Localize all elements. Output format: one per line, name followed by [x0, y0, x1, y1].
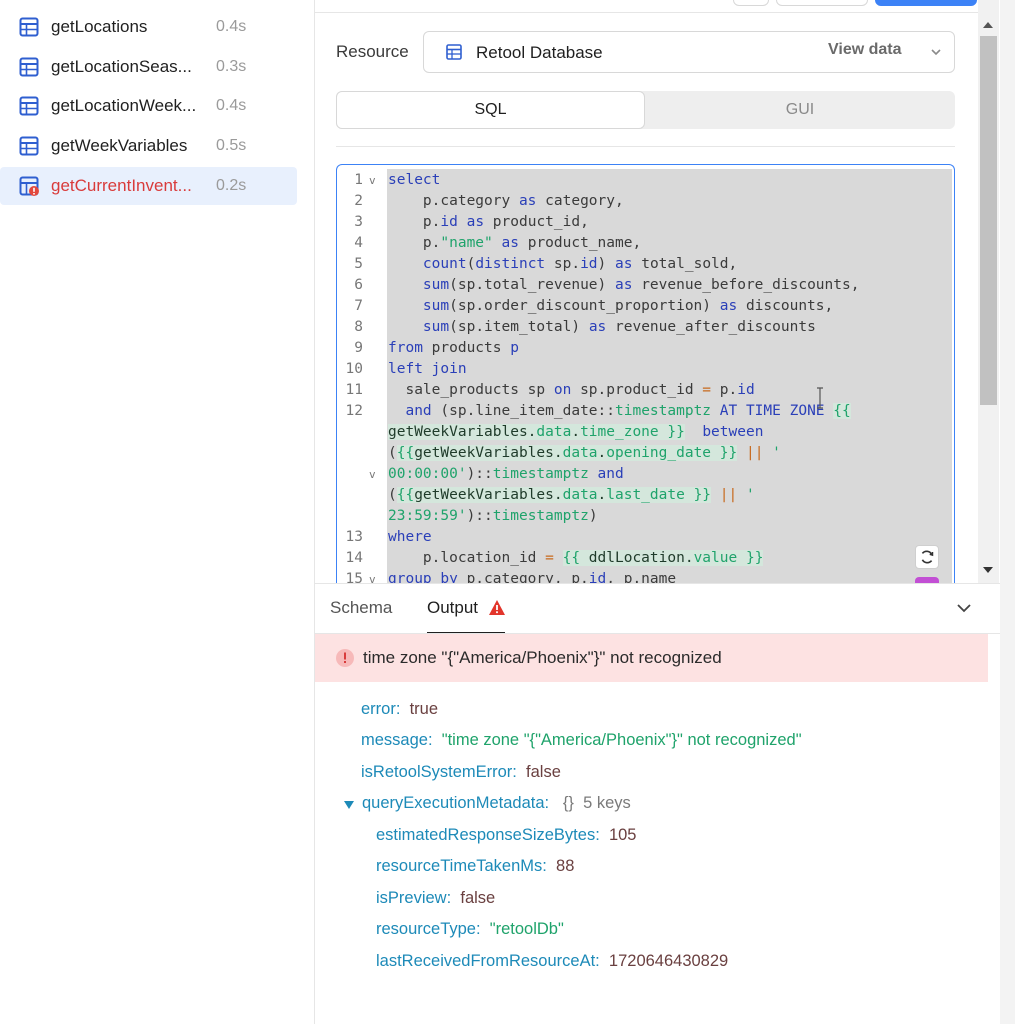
warning-icon [489, 600, 505, 615]
query-name: getLocationWeek... [51, 96, 197, 115]
query-item-getlocationseas[interactable]: getLocationSeas... 0.3s [0, 48, 297, 86]
view-data-link[interactable]: View data [828, 41, 902, 59]
query-name: getLocations [51, 17, 148, 36]
tab-schema[interactable]: Schema [330, 598, 392, 618]
error-message: time zone "{"America/Phoenix"}" not reco… [363, 648, 722, 667]
code-line: ({{getWeekVariables.data.last_date }} ||… [388, 487, 755, 503]
query-name: getLocationSeas... [51, 57, 192, 76]
table-icon [19, 17, 39, 37]
refresh-icon [921, 550, 934, 564]
query-time: 0.5s [216, 137, 247, 154]
query-time: 0.3s [216, 58, 247, 75]
code-line: 10 left join [345, 361, 467, 377]
toolbar-button[interactable] [733, 0, 769, 6]
code-line: 23:59:59')::timestamptz) [388, 508, 598, 524]
result-field-system-error: isRetoolSystemError: false [361, 763, 561, 781]
result-field-size: estimatedResponseSizeBytes: 105 [376, 826, 637, 844]
query-item-getlocations[interactable]: getLocations 0.4s [0, 8, 297, 46]
code-line: 15 v group by p.category, p.id, p.name [345, 571, 677, 583]
mode-gui-button[interactable]: GUI [645, 91, 955, 129]
chevron-down-icon[interactable] [955, 601, 973, 615]
result-field-metadata[interactable]: queryExecutionMetadata: {} 5 keys [362, 794, 631, 813]
code-line: 12 and (sp.line_item_date::timestamptz A… [345, 403, 851, 419]
result-field-last-received: lastReceivedFromResourceAt: 172064643082… [376, 952, 729, 970]
scroll-up-icon[interactable] [982, 20, 994, 30]
query-item-getlocationweek[interactable]: getLocationWeek... 0.4s [0, 87, 297, 125]
code-line: 11 sale_products sp on sp.product_id = p… [345, 382, 755, 398]
output-panel: Schema Output time zone "{"America/Phoen… [315, 583, 1000, 1024]
sql-code-editor[interactable]: 1 v select 2 p.category as category, 3 p.i… [336, 164, 955, 583]
query-time: 0.4s [216, 97, 247, 114]
code-line: 1 v select [354, 172, 441, 188]
tab-output[interactable]: Output [427, 598, 478, 618]
table-icon [19, 96, 39, 116]
query-name: getWeekVariables [51, 136, 188, 155]
resource-label: Resource [336, 42, 409, 61]
table-icon [19, 57, 39, 77]
resource-name: Retool Database [476, 43, 603, 62]
toolbar-button[interactable] [776, 0, 868, 6]
query-name: getCurrentInvent... [51, 176, 192, 195]
mode-sql-button[interactable]: SQL [336, 91, 645, 129]
expand-triangle-icon[interactable] [343, 800, 355, 810]
query-time: 0.2s [216, 177, 247, 194]
table-error-icon [19, 176, 39, 196]
code-line: 8 sum(sp.item_total) as revenue_after_di… [354, 319, 816, 335]
format-code-button[interactable] [915, 545, 939, 569]
code-line: 6 sum(sp.total_revenue) as revenue_befor… [354, 277, 860, 293]
page-scrollbar[interactable] [1000, 0, 1015, 1024]
result-field-type: resourceType: "retoolDb" [376, 920, 564, 938]
divider [336, 146, 955, 147]
code-line: 13 where [345, 529, 432, 545]
query-time: 0.4s [216, 18, 247, 35]
query-item-getcurrentinvent[interactable]: getCurrentInvent... 0.2s [0, 167, 297, 205]
scroll-down-icon[interactable] [982, 565, 994, 575]
result-field-error: error: true [361, 700, 439, 718]
table-icon [19, 136, 39, 156]
code-line: getWeekVariables.data.time_zone }} betwe… [388, 424, 764, 440]
error-icon [336, 649, 354, 667]
result-field-time: resourceTimeTakenMs: 88 [376, 857, 575, 875]
result-field-message: message: "time zone "{"America/Phoenix"}… [361, 731, 802, 749]
code-line: 5 count(distinct sp.id) as total_sold, [354, 256, 738, 272]
code-line: 2 p.category as category, [354, 193, 624, 209]
divider [315, 12, 978, 13]
text-cursor-icon [817, 387, 823, 409]
code-line: 14 p.location_id = {{ ddlLocation.value … [345, 550, 764, 566]
code-line: 4 p."name" as product_name, [354, 235, 642, 251]
code-line: ({{getWeekVariables.data.opening_date }}… [388, 445, 781, 461]
scrollbar-thumb[interactable] [980, 36, 997, 405]
query-list: getLocations 0.4s getLocationSeas... 0.3… [0, 0, 315, 1024]
mode-toggle: SQL GUI [336, 91, 955, 129]
query-item-getweekvariables[interactable]: getWeekVariables 0.5s [0, 127, 297, 165]
table-icon [446, 44, 462, 60]
code-line: 7 sum(sp.order_discount_proportion) as d… [354, 298, 834, 314]
run-button[interactable] [875, 0, 977, 6]
code-line: 9 from products p [354, 340, 519, 356]
result-field-preview: isPreview: false [376, 889, 496, 907]
code-line: v 00:00:00')::timestamptz and [369, 466, 624, 482]
resource-select[interactable]: Retool Database View data [423, 31, 955, 73]
error-banner: time zone "{"America/Phoenix"}" not reco… [315, 634, 988, 682]
code-line: 3 p.id as product_id, [354, 214, 589, 230]
chevron-down-icon [931, 49, 941, 56]
query-editor: Resource Retool Database View data SQL G… [315, 0, 978, 583]
